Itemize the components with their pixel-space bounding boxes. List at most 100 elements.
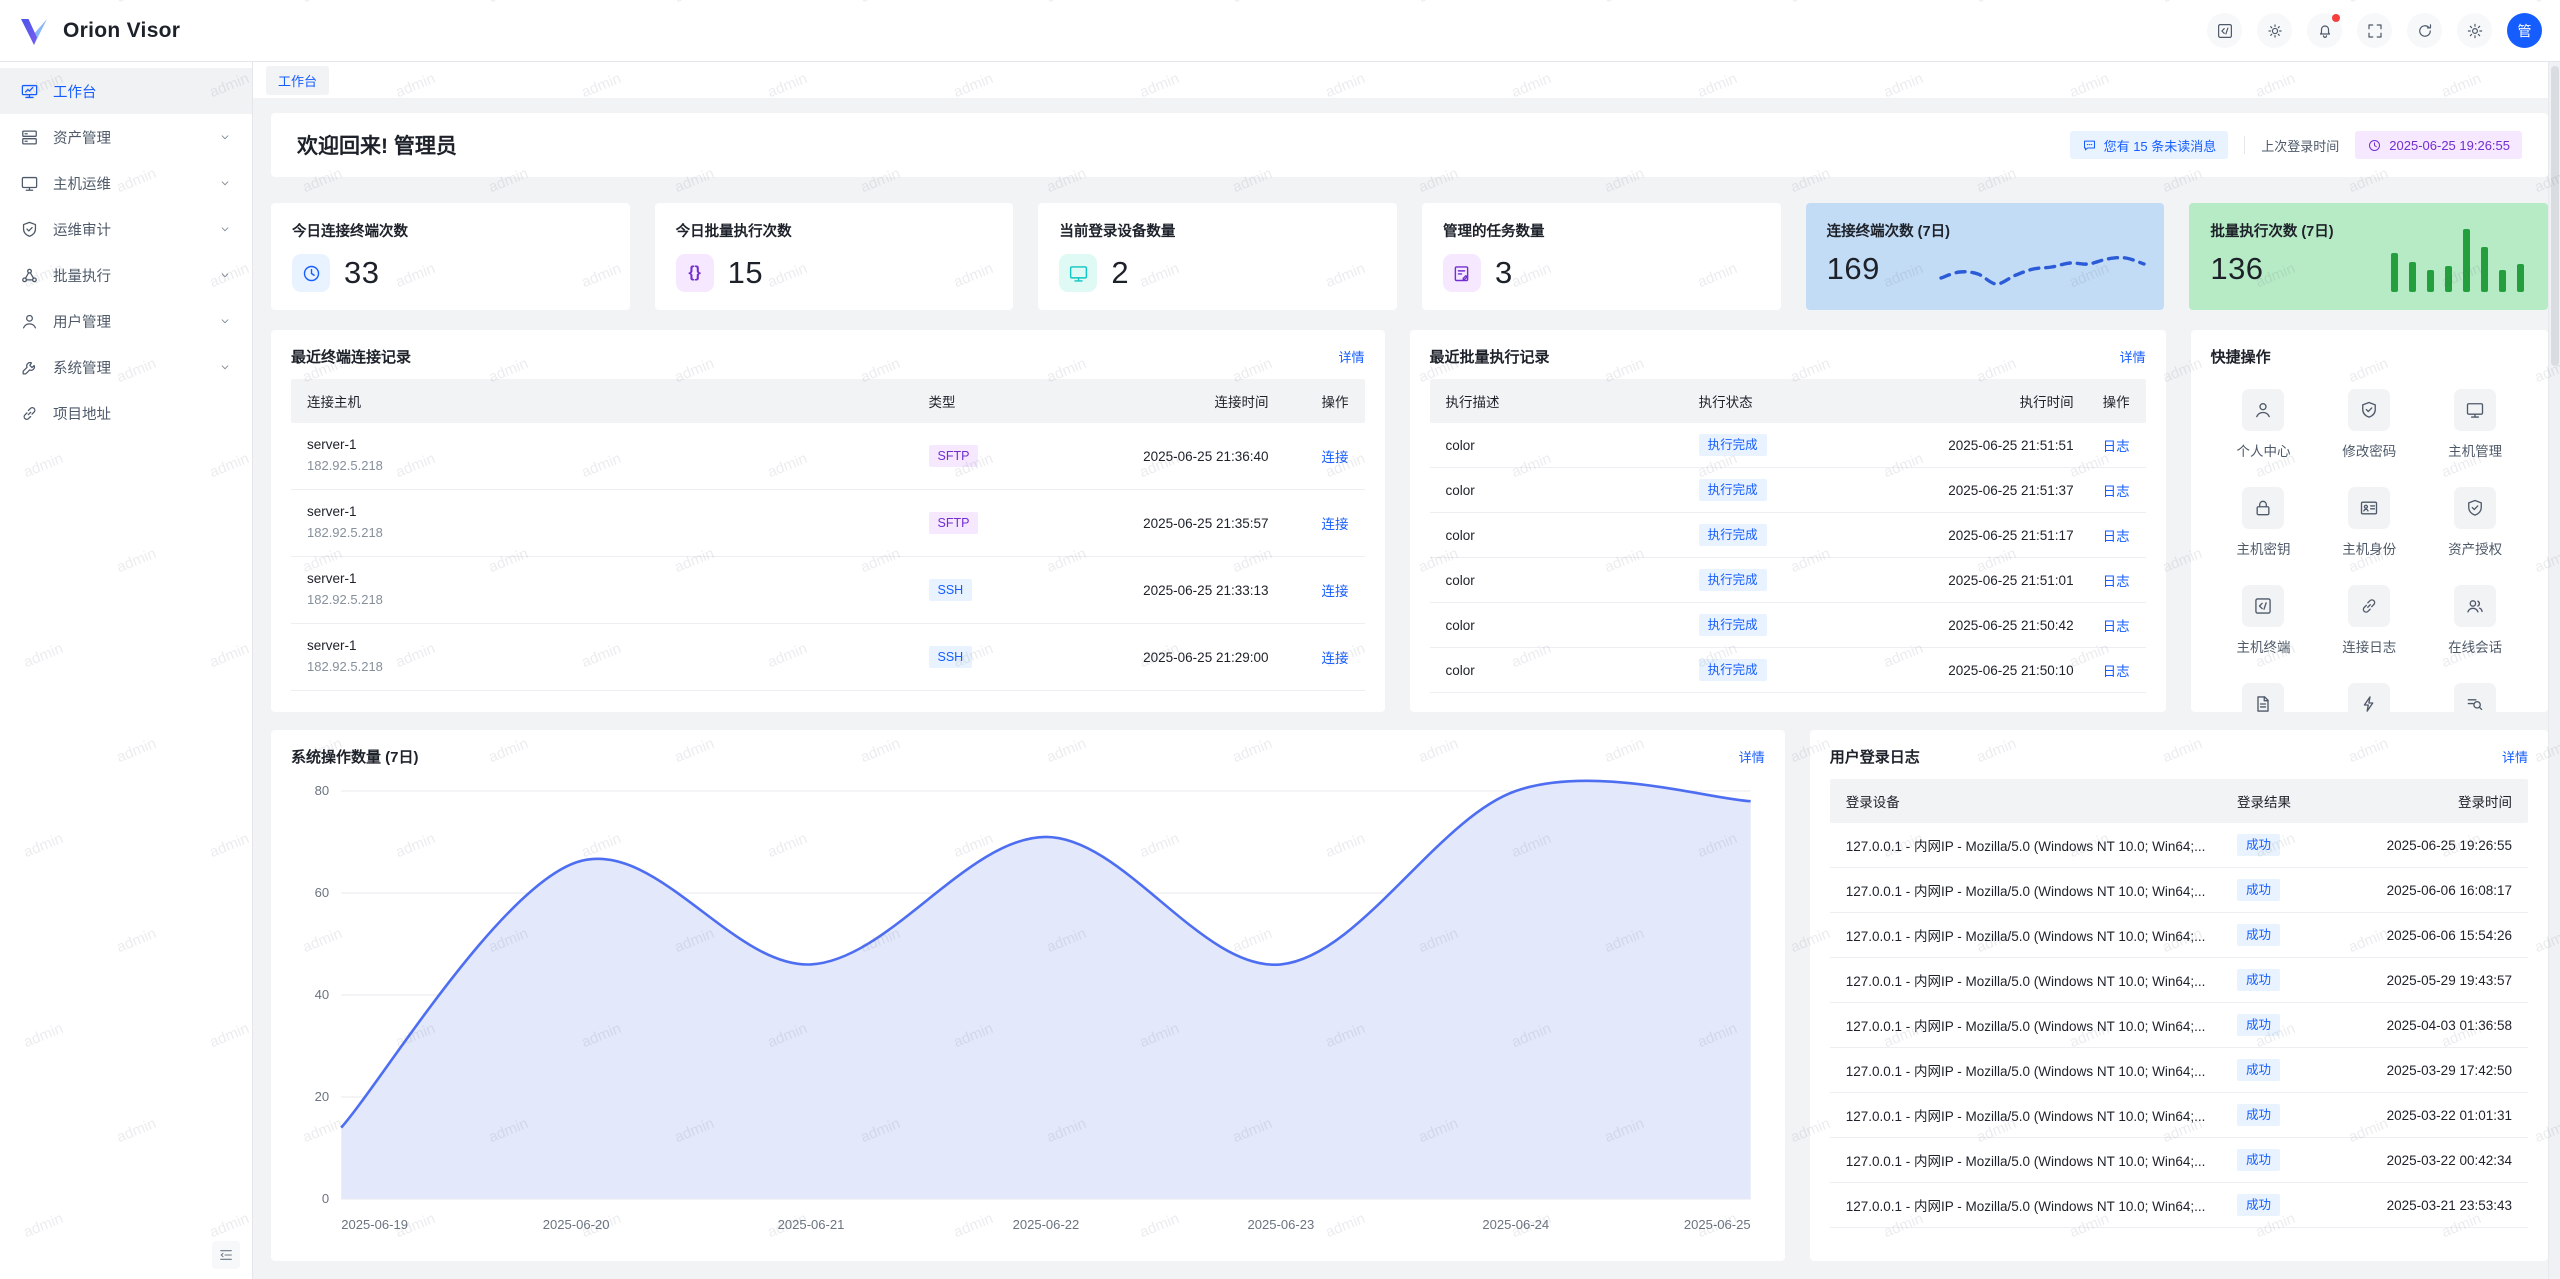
settings-gear-icon [2466,22,2484,40]
stat-label: 今日批量执行次数 [676,220,993,241]
users-icon [2465,596,2485,616]
type-tag: SFTP [929,445,979,467]
app-header: Orion Visor 管 [0,0,2560,62]
sidebar-item-assets[interactable]: 资产管理 [0,114,252,160]
sidebar-item-project-url[interactable]: 项目地址 [0,390,252,436]
quick-action-online-sessions[interactable]: 在线会话 [2422,585,2528,656]
quick-action-asset-auth[interactable]: 资产授权 [2422,487,2528,558]
batch-exec-panel: 最近批量执行记录 详情 执行描述 执行状态 执行时间 操作 color 执行完成… [1410,330,2166,712]
fullscreen-button[interactable] [2357,13,2392,48]
unread-messages-chip[interactable]: 您有 15 条未读消息 [2070,131,2229,159]
svg-text:0: 0 [322,1191,329,1206]
chevron-down-icon [218,176,232,190]
log-link[interactable]: 日志 [2103,484,2130,499]
quick-action-connect-log[interactable]: 连接日志 [2316,585,2422,656]
table-row: 127.0.0.1 - 内网IP - Mozilla/5.0 (Windows … [1830,1093,2528,1138]
sidebar-item-user-mgmt[interactable]: 用户管理 [0,298,252,344]
log-link[interactable]: 日志 [2103,439,2130,454]
user-icon [20,312,39,331]
code-square-icon [2253,596,2273,616]
refresh-button[interactable] [2407,13,2442,48]
status-badge: 成功 [2237,1059,2280,1081]
sidebar-item-audit[interactable]: 运维审计 [0,206,252,252]
connect-link[interactable]: 连接 [1322,651,1349,666]
svg-text:2025-06-24: 2025-06-24 [1482,1217,1549,1232]
panel-title: 用户登录日志 [1830,746,1920,767]
table-header: 执行描述 执行状态 执行时间 操作 [1430,379,2146,423]
quick-action-change-password[interactable]: 修改密码 [2316,389,2422,460]
table-row: color 执行完成 2025-06-25 21:50:10 日志 [1430,648,2146,693]
breadcrumb-item-workbench[interactable]: 工作台 [266,66,329,95]
log-link[interactable]: 日志 [2103,619,2130,634]
welcome-banner: 欢迎回来! 管理员 您有 15 条未读消息 上次登录时间 2025-06-25 … [271,113,2548,177]
sidebar-item-workbench[interactable]: 工作台 [0,68,252,114]
lightning-icon [2359,694,2379,714]
quick-action-profile[interactable]: 个人中心 [2211,389,2317,460]
table-row: server-1182.92.5.218 SFTP 2025-06-25 21:… [291,423,1365,490]
user-avatar[interactable]: 管 [2507,13,2542,48]
status-badge: 成功 [2237,1149,2280,1171]
connect-link[interactable]: 连接 [1322,584,1349,599]
theme-toggle-button[interactable] [2257,13,2292,48]
person-icon [2253,400,2273,420]
quick-action-host-mgmt[interactable]: 主机管理 [2422,389,2528,460]
table-row: color 执行完成 2025-06-25 21:51:37 日志 [1430,468,2146,513]
table-row: 127.0.0.1 - 内网IP - Mozilla/5.0 (Windows … [1830,868,2528,913]
code-square-button[interactable] [2207,13,2242,48]
logo-v-icon [18,14,52,48]
quick-action-host-terminal[interactable]: 主机终端 [2211,585,2317,656]
table-header: 登录设备 登录结果 登录时间 [1830,779,2528,823]
file-icon [2253,694,2273,714]
svg-text:2025-06-21: 2025-06-21 [778,1217,845,1232]
batch-cluster-icon [20,266,39,285]
quick-actions-panel: 快捷操作 个人中心 修改密码 主机管理 主机密钥 主机身份 资产授权 主机终端 … [2191,330,2548,712]
chart-details-link[interactable]: 详情 [1739,747,1765,766]
stat-label: 当前登录设备数量 [1059,220,1376,241]
status-badge: 执行完成 [1699,479,1767,501]
connect-link[interactable]: 连接 [1322,450,1349,465]
table-row: 127.0.0.1 - 内网IP - Mozilla/5.0 (Windows … [1830,958,2528,1003]
scrollbar-thumb[interactable] [2551,66,2559,366]
table-row: 127.0.0.1 - 内网IP - Mozilla/5.0 (Windows … [1830,823,2528,868]
menu-fold-icon [218,1247,234,1263]
table-row: server-1182.92.5.218 SFTP 2025-06-25 21:… [291,490,1365,557]
stat-card-batch-today: 今日批量执行次数 {} 15 [655,203,1014,310]
terminal-details-link[interactable]: 详情 [1338,347,1364,366]
status-badge: 执行完成 [1699,614,1767,636]
sidebar-item-batch-exec[interactable]: 批量执行 [0,252,252,298]
batch-details-link[interactable]: 详情 [2120,347,2146,366]
login-details-link[interactable]: 详情 [2502,747,2528,766]
log-link[interactable]: 日志 [2103,529,2130,544]
theme-sun-icon [2266,22,2284,40]
notifications-button[interactable] [2307,13,2342,48]
quick-action-host-keys[interactable]: 主机密钥 [2211,487,2317,558]
quick-action-host-identity[interactable]: 主机身份 [2316,487,2422,558]
status-badge: 成功 [2237,1104,2280,1126]
sidebar-item-label: 运维审计 [53,219,111,240]
panel-title: 最近批量执行记录 [1430,346,1550,367]
chevron-down-icon [218,130,232,144]
login-log-panel: 用户登录日志 详情 登录设备 登录结果 登录时间 127.0.0.1 - 内网I… [1810,730,2548,1261]
status-badge: 成功 [2237,1014,2280,1036]
stat-card-login-devices: 当前登录设备数量 2 [1038,203,1397,310]
message-icon [2082,138,2097,153]
table-row: color 执行完成 2025-06-25 21:51:17 日志 [1430,513,2146,558]
table-row: server-1182.92.5.218 SSH 2025-06-25 21:3… [291,557,1365,624]
chevron-down-icon [218,314,232,328]
unread-messages-text: 您有 15 条未读消息 [2104,136,2217,155]
settings-button[interactable] [2457,13,2492,48]
table-row: 127.0.0.1 - 内网IP - Mozilla/5.0 (Windows … [1830,1048,2528,1093]
link-icon [20,404,39,423]
sidebar-item-host-ops[interactable]: 主机运维 [0,160,252,206]
clock-icon [2367,138,2382,153]
sidebar-item-system-mgmt[interactable]: 系统管理 [0,344,252,390]
connect-link[interactable]: 连接 [1322,517,1349,532]
sidebar-item-label: 资产管理 [53,127,111,148]
sidebar-collapse-button[interactable] [212,1241,240,1269]
log-link[interactable]: 日志 [2103,664,2130,679]
scrollbar[interactable] [2548,62,2560,1279]
log-link[interactable]: 日志 [2103,574,2130,589]
stat-label: 今日连接终端次数 [292,220,609,241]
panel-title: 最近终端连接记录 [291,346,411,367]
chevron-down-icon [218,360,232,374]
